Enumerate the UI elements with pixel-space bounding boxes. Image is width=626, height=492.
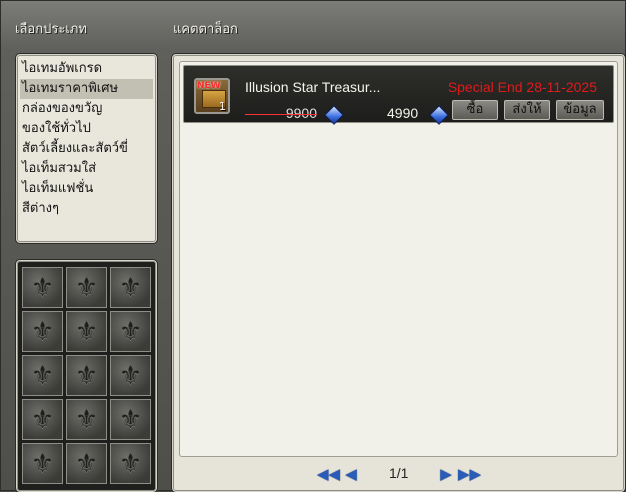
item-slot[interactable]: ⚜ [22, 355, 63, 396]
item-slot[interactable]: ⚜ [66, 443, 107, 484]
catalog-header: แคตตาล็อก [173, 22, 238, 37]
gift-button[interactable]: ส่งให้ [504, 100, 550, 120]
catalog-panel: NEW 1 Illusion Star Treasur... Special E… [172, 54, 625, 492]
item-slot[interactable]: ⚜ [110, 399, 151, 440]
fleur-de-lis-icon: ⚜ [30, 448, 55, 479]
item-mall-window: เลือกประเภท แคตตาล็อก ไอเทมอัพเกรด ไอเทม… [0, 0, 626, 492]
item-quantity: 1 [219, 100, 226, 113]
item-slot[interactable]: ⚜ [66, 355, 107, 396]
fleur-de-lis-icon: ⚜ [74, 316, 99, 347]
category-item-upgrade[interactable]: ไอเทมอัพเกรด [20, 59, 153, 79]
blue-gem-icon [324, 105, 344, 125]
buy-button[interactable]: ซื้อ [452, 100, 498, 120]
item-slot[interactable]: ⚜ [22, 267, 63, 308]
fleur-de-lis-icon: ⚜ [74, 360, 99, 391]
item-slot[interactable]: ⚜ [66, 311, 107, 352]
fleur-de-lis-icon: ⚜ [74, 404, 99, 435]
double-left-arrow-icon[interactable]: ◀◀ [317, 466, 340, 482]
category-item-general[interactable]: ของใช้ทั่วไป [20, 119, 153, 139]
pagination: ◀◀ ◀ 1/1 ▶ ▶▶ [173, 463, 624, 485]
fleur-de-lis-icon: ⚜ [118, 316, 143, 347]
info-button[interactable]: ข้อมูล [556, 100, 604, 120]
fleur-de-lis-icon: ⚜ [118, 360, 143, 391]
blue-gem-icon [429, 105, 449, 125]
slot-panel: ⚜ ⚜ ⚜ ⚜ ⚜ ⚜ ⚜ ⚜ ⚜ ⚜ ⚜ ⚜ ⚜ ⚜ ⚜ [16, 260, 157, 492]
category-item-special-price[interactable]: ไอเทมราคาพิเศษ [20, 79, 153, 99]
item-slot[interactable]: ⚜ [22, 311, 63, 352]
sale-price: 4990 [387, 105, 419, 121]
fleur-de-lis-icon: ⚜ [118, 404, 143, 435]
fleur-de-lis-icon: ⚜ [118, 448, 143, 479]
category-item-wearable[interactable]: ไอเท็มสวมใส่ [20, 159, 153, 179]
category-item-gift-box[interactable]: กล่องของขวัญ [20, 99, 153, 119]
old-price: 9900 [245, 105, 317, 121]
item-slot[interactable]: ⚜ [66, 399, 107, 440]
item-slot[interactable]: ⚜ [22, 443, 63, 484]
catalog-item-row[interactable]: NEW 1 Illusion Star Treasur... Special E… [183, 65, 614, 125]
slot-grid: ⚜ ⚜ ⚜ ⚜ ⚜ ⚜ ⚜ ⚜ ⚜ ⚜ ⚜ ⚜ ⚜ ⚜ ⚜ [22, 267, 151, 484]
fleur-de-lis-icon: ⚜ [30, 272, 55, 303]
item-slot[interactable]: ⚜ [110, 311, 151, 352]
treasure-chest-icon[interactable]: NEW 1 [194, 78, 230, 114]
fleur-de-lis-icon: ⚜ [74, 448, 99, 479]
fleur-de-lis-icon: ⚜ [118, 272, 143, 303]
page-indicator: 1/1 [389, 465, 409, 481]
double-right-arrow-icon[interactable]: ▶▶ [458, 466, 481, 482]
item-slot[interactable]: ⚜ [110, 355, 151, 396]
special-end-label: Special End 28-11-2025 [447, 79, 597, 95]
category-list: ไอเทมอัพเกรด ไอเทมราคาพิเศษ กล่องของขวัญ… [16, 54, 157, 243]
fleur-de-lis-icon: ⚜ [30, 404, 55, 435]
fleur-de-lis-icon: ⚜ [30, 360, 55, 391]
category-item-colors[interactable]: สีต่างๆ [20, 199, 153, 219]
category-item-fashion[interactable]: ไอเท็มแฟชั่น [20, 179, 153, 199]
item-slot[interactable]: ⚜ [110, 267, 151, 308]
left-arrow-icon[interactable]: ◀ [343, 466, 359, 482]
fleur-de-lis-icon: ⚜ [74, 272, 99, 303]
category-item-pets-mounts[interactable]: สัตว์เลี้ยงและสัตว์ขี่ [20, 139, 153, 159]
category-header: เลือกประเภท [15, 22, 87, 37]
item-slot[interactable]: ⚜ [22, 399, 63, 440]
catalog-list: NEW 1 Illusion Star Treasur... Special E… [179, 61, 618, 457]
right-arrow-icon[interactable]: ▶ [438, 466, 454, 482]
item-name: Illusion Star Treasur... [245, 79, 381, 95]
new-tag: NEW [197, 81, 221, 91]
item-slot[interactable]: ⚜ [110, 443, 151, 484]
item-slot[interactable]: ⚜ [66, 267, 107, 308]
fleur-de-lis-icon: ⚜ [30, 316, 55, 347]
